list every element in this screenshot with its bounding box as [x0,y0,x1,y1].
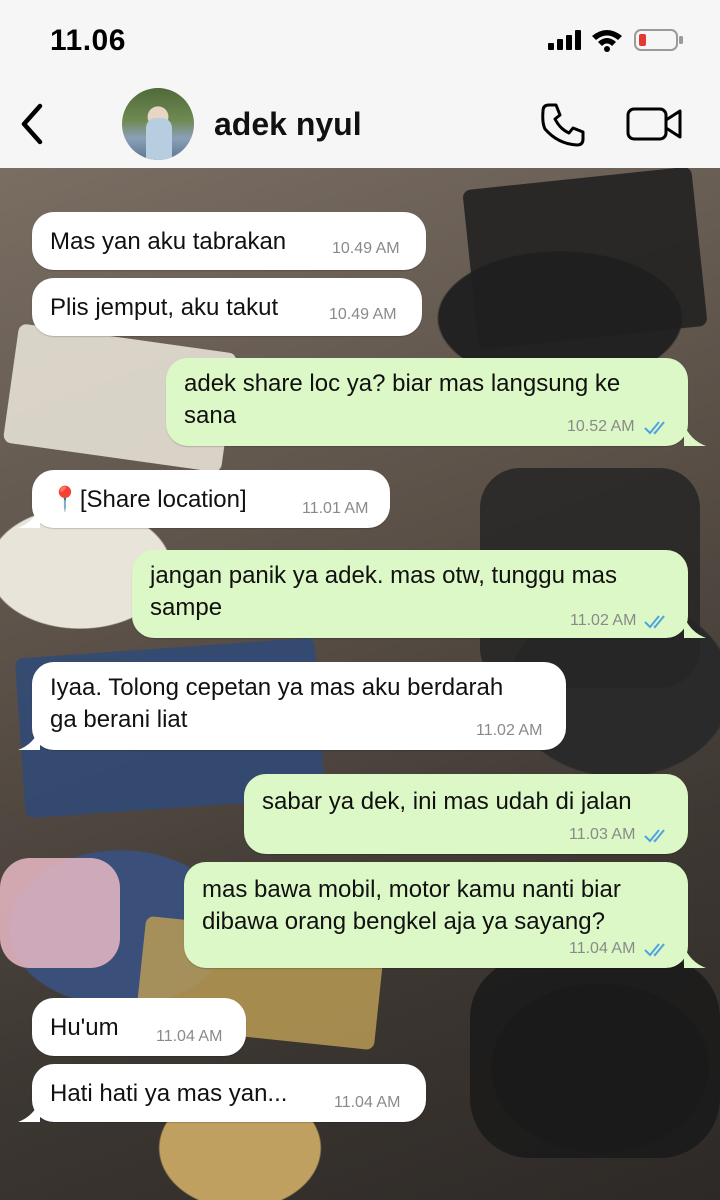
bubble-tail [18,728,40,750]
bubble-tail [18,1100,40,1122]
bubble-tail [18,506,40,528]
wallpaper-sticker [0,858,120,968]
message-time: 11.03 AM [569,826,636,843]
message-text-line: dibawa orang bengkel aja ya sayang? [202,908,605,935]
message-outgoing[interactable]: jangan panik ya adek. mas otw, tunggu ma… [132,550,688,638]
message-text: 📍[Share location] [50,486,247,513]
contact-name[interactable]: adek nyul [214,106,362,143]
message-time: 11.02 AM [570,612,637,629]
phone-call-icon[interactable] [540,102,586,148]
bubble-tail [684,616,706,638]
message-text-line: jangan panik ya adek. mas otw, tunggu ma… [150,562,617,589]
wallpaper-sticker [470,958,720,1158]
avatar-figure [146,118,172,160]
message-time: 10.49 AM [332,240,400,257]
bubble-tail [684,946,706,968]
double-check-read-icon [644,943,665,957]
message-outgoing[interactable]: mas bawa mobil, motor kamu nanti biar di… [184,862,688,968]
message-text: sabar ya dek, ini mas udah di jalan [262,788,632,815]
message-text-line: adek share loc ya? biar mas langsung ke [184,370,621,397]
avatar[interactable] [122,88,194,160]
chat-header: adek nyul [0,80,720,169]
message-text-line: mas bawa mobil, motor kamu nanti biar [202,876,621,903]
message-incoming[interactable]: Hu'um 11.04 AM [32,998,246,1056]
message-incoming[interactable]: Plis jemput, aku takut 10.49 AM [32,278,422,336]
message-incoming[interactable]: Iyaa. Tolong cepetan ya mas aku berdarah… [32,662,566,750]
message-text-line: sana [184,402,237,429]
message-text: Hati hati ya mas yan... [50,1080,288,1107]
double-check-read-icon [644,615,665,629]
message-time: 11.04 AM [569,940,636,957]
status-bar: 11.06 [0,0,720,80]
battery-low-icon [634,29,683,51]
signal-icon [548,30,581,50]
message-text: Hu'um [50,1014,119,1041]
double-check-read-icon [644,829,665,843]
message-time: 11.04 AM [334,1094,401,1111]
chat-area[interactable]: Mas yan aku tabrakan 10.49 AM Plis jempu… [0,168,720,1200]
wifi-icon [592,30,622,52]
message-time: 11.02 AM [476,722,543,739]
message-time: 10.52 AM [567,418,635,435]
message-outgoing[interactable]: adek share loc ya? biar mas langsung ke … [166,358,688,446]
message-text: Mas yan aku tabrakan [50,228,287,255]
message-text: Plis jemput, aku takut [50,294,279,321]
message-time: 11.04 AM [156,1028,223,1045]
message-text-line: sampe [150,594,223,621]
message-incoming[interactable]: Mas yan aku tabrakan 10.49 AM [32,212,426,270]
bubble-tail [684,424,706,446]
message-incoming[interactable]: Hati hati ya mas yan... 11.04 AM [32,1064,426,1122]
back-chevron-icon[interactable] [18,102,46,146]
status-time: 11.06 [50,24,126,57]
message-text-line: ga berani liat [50,706,188,733]
message-location[interactable]: 📍[Share location] 11.01 AM [32,470,390,528]
double-check-read-icon [644,421,665,435]
wallpaper-sticker [462,168,708,350]
video-call-icon[interactable] [626,106,682,142]
message-time: 11.01 AM [302,500,369,517]
message-time: 10.49 AM [329,306,397,323]
message-text-line: Iyaa. Tolong cepetan ya mas aku berdarah [50,674,504,701]
message-outgoing[interactable]: sabar ya dek, ini mas udah di jalan 11.0… [244,774,688,854]
